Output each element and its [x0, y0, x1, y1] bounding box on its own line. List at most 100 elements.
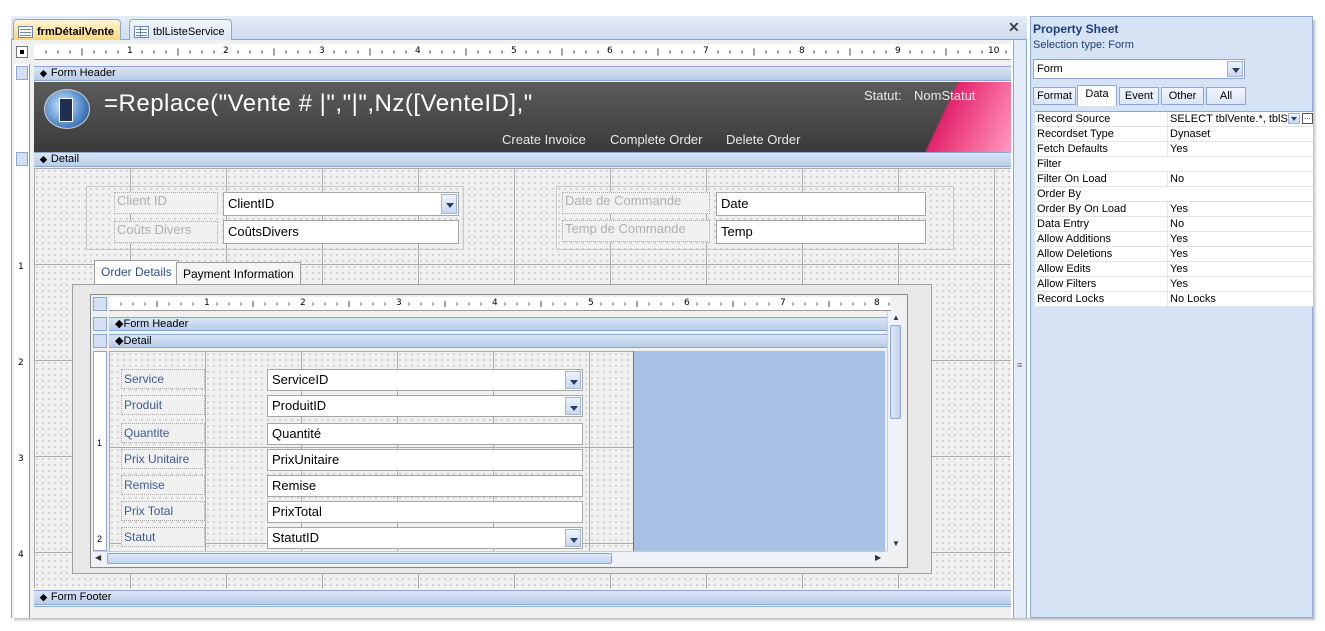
chevron-down-icon[interactable] [441, 194, 457, 214]
property-value[interactable]: Yes [1167, 262, 1314, 276]
close-document-icon[interactable]: ✕ [1008, 19, 1020, 36]
statut-label[interactable]: Statut: [864, 88, 902, 103]
property-row-order-by-on-load[interactable]: Order By On Load Yes [1035, 202, 1314, 217]
access-window: frmDétailVente tblListeService ✕ 1 2 3 4… [0, 0, 1325, 631]
property-row-allow-filters[interactable]: Allow Filters Yes [1035, 277, 1314, 292]
section-bar-detail[interactable]: ◆ Detail [34, 152, 1011, 167]
property-row-recordset-type[interactable]: Recordset Type Dynaset [1035, 127, 1314, 142]
property-value[interactable]: Yes [1167, 142, 1314, 156]
splitter-grip-icon[interactable]: ≡ [1017, 360, 1022, 370]
property-row-allow-deletions[interactable]: Allow Deletions Yes [1035, 247, 1314, 262]
chevron-down-icon[interactable] [565, 529, 581, 547]
date-commande-field[interactable]: Date [716, 192, 926, 216]
section-selector-header[interactable] [16, 66, 28, 80]
quantite-label[interactable]: Quantite [121, 423, 205, 443]
chevron-down-icon[interactable] [1227, 61, 1243, 77]
produit-label[interactable]: Produit [121, 395, 205, 415]
tab-event[interactable]: Event [1119, 87, 1159, 105]
scroll-right-icon[interactable]: ▶ [875, 553, 881, 562]
property-row-fetch-defaults[interactable]: Fetch Defaults Yes [1035, 142, 1314, 157]
horizontal-ruler[interactable]: 1 2 3 4 5 6 7 8 9 10 [34, 44, 1011, 60]
client-id-combo[interactable]: ClientID [223, 192, 459, 216]
prix-unitaire-label[interactable]: Prix Unitaire [121, 449, 205, 469]
builder-icon[interactable]: ... [1302, 113, 1313, 124]
chevron-down-icon[interactable] [1288, 113, 1300, 124]
delete-order-button[interactable]: Delete Order [726, 132, 800, 147]
property-row-allow-edits[interactable]: Allow Edits Yes [1035, 262, 1314, 277]
scroll-down-icon[interactable]: ▼ [892, 539, 900, 548]
object-selector-combo[interactable]: Form [1033, 59, 1245, 79]
prix-total-label[interactable]: Prix Total [121, 501, 205, 521]
temp-commande-field[interactable]: Temp [716, 220, 926, 244]
service-combo[interactable]: ServiceID [267, 369, 583, 391]
subform-section-selector-detail[interactable] [93, 334, 107, 348]
remise-label[interactable]: Remise [121, 475, 205, 495]
scroll-left-icon[interactable]: ◀ [95, 553, 101, 562]
quantite-field[interactable]: Quantité [267, 423, 583, 445]
property-value[interactable]: No [1167, 172, 1314, 186]
produit-combo[interactable]: ProduitID [267, 395, 583, 417]
section-bar-form-header[interactable]: ◆ Form Header [34, 66, 1011, 81]
subform-horizontal-ruler[interactable]: 1 2 3 4 5 6 7 8 [109, 297, 891, 311]
tab-all[interactable]: All [1206, 87, 1246, 105]
temp-commande-label[interactable]: Temp de Commande [562, 220, 710, 242]
form-selector[interactable] [16, 46, 28, 58]
subform-section-bar-header[interactable]: ◆Form Header [109, 317, 891, 331]
header-title-control[interactable]: =Replace("Vente # |","|",Nz([VenteID]," [104, 90, 533, 118]
property-value[interactable]: Yes [1167, 202, 1314, 216]
property-row-record-locks[interactable]: Record Locks No Locks [1035, 292, 1314, 307]
couts-divers-label[interactable]: Coûts Divers [114, 221, 218, 243]
ruler-number: 3 [396, 298, 402, 308]
property-value[interactable]: Yes [1167, 232, 1314, 246]
subform-vertical-scroll-thumb[interactable] [890, 325, 901, 419]
statut-combo[interactable]: StatutID [267, 527, 583, 549]
client-id-label[interactable]: Client ID [114, 192, 218, 214]
service-label[interactable]: Service [121, 369, 205, 389]
subform-vertical-ruler[interactable]: 1 2 [93, 351, 107, 551]
chevron-down-icon[interactable] [565, 397, 581, 415]
property-value[interactable]: Yes [1167, 247, 1314, 261]
property-row-filter-on-load[interactable]: Filter On Load No [1035, 172, 1314, 187]
tab-payment-information[interactable]: Payment Information [176, 262, 301, 284]
complete-order-button[interactable]: Complete Order [610, 132, 702, 147]
statut-control[interactable]: NomStatut [914, 88, 975, 103]
date-commande-label[interactable]: Date de Commande [562, 192, 710, 214]
subform-horizontal-scroll-thumb[interactable] [107, 553, 612, 564]
subform-vertical-scrollbar[interactable]: ▲ ▼ [887, 311, 903, 551]
remise-field[interactable]: Remise [267, 475, 583, 497]
order-details-subform[interactable]: 1 2 3 4 5 6 7 8 1 2 ◆Form Header ◆Detail [90, 294, 908, 568]
vertical-ruler[interactable]: 1 2 3 4 [14, 64, 30, 618]
tab-data[interactable]: Data [1077, 85, 1117, 106]
chevron-down-icon[interactable] [565, 371, 581, 389]
property-row-allow-additions[interactable]: Allow Additions Yes [1035, 232, 1314, 247]
property-value[interactable]: No [1167, 217, 1314, 231]
property-name: Data Entry [1037, 218, 1089, 230]
property-row-data-entry[interactable]: Data Entry No [1035, 217, 1314, 232]
couts-divers-field[interactable]: CoûtsDivers [223, 220, 459, 244]
pane-splitter[interactable]: ≡ [1013, 40, 1027, 618]
property-row-record-source[interactable]: Record Source SELECT tblVente.*, tblSt .… [1035, 112, 1314, 127]
prix-unitaire-field[interactable]: PrixUnitaire [267, 449, 583, 471]
tab-format[interactable]: Format [1033, 87, 1076, 105]
property-value[interactable]: Yes [1167, 277, 1314, 291]
property-value[interactable]: Dynaset [1167, 127, 1314, 141]
subform-horizontal-scrollbar[interactable]: ◀ ▶ [93, 551, 887, 565]
subform-selector[interactable] [93, 297, 107, 311]
section-bar-form-footer[interactable]: ◆ Form Footer [34, 590, 1011, 605]
form-logo[interactable] [44, 89, 90, 129]
subform-section-bar-detail[interactable]: ◆Detail [109, 334, 891, 348]
tab-frmdetailvente[interactable]: frmDétailVente [13, 19, 122, 40]
statut-label[interactable]: Statut [121, 527, 205, 547]
property-row-filter[interactable]: Filter [1035, 157, 1314, 172]
property-value[interactable]: No Locks [1167, 292, 1314, 306]
tab-other[interactable]: Other [1161, 87, 1204, 105]
scroll-up-icon[interactable]: ▲ [892, 313, 900, 322]
section-selector-detail[interactable] [16, 152, 28, 166]
prix-total-field[interactable]: PrixTotal [267, 501, 583, 523]
property-row-order-by[interactable]: Order By [1035, 187, 1314, 202]
tab-order-details[interactable]: Order Details [94, 260, 179, 284]
subform-section-selector-header[interactable] [93, 317, 107, 331]
create-invoice-button[interactable]: Create Invoice [502, 132, 586, 147]
tab-tbllisteservice[interactable]: tblListeService [129, 19, 232, 40]
property-value[interactable]: SELECT tblVente.*, tblSt ... [1167, 112, 1314, 126]
